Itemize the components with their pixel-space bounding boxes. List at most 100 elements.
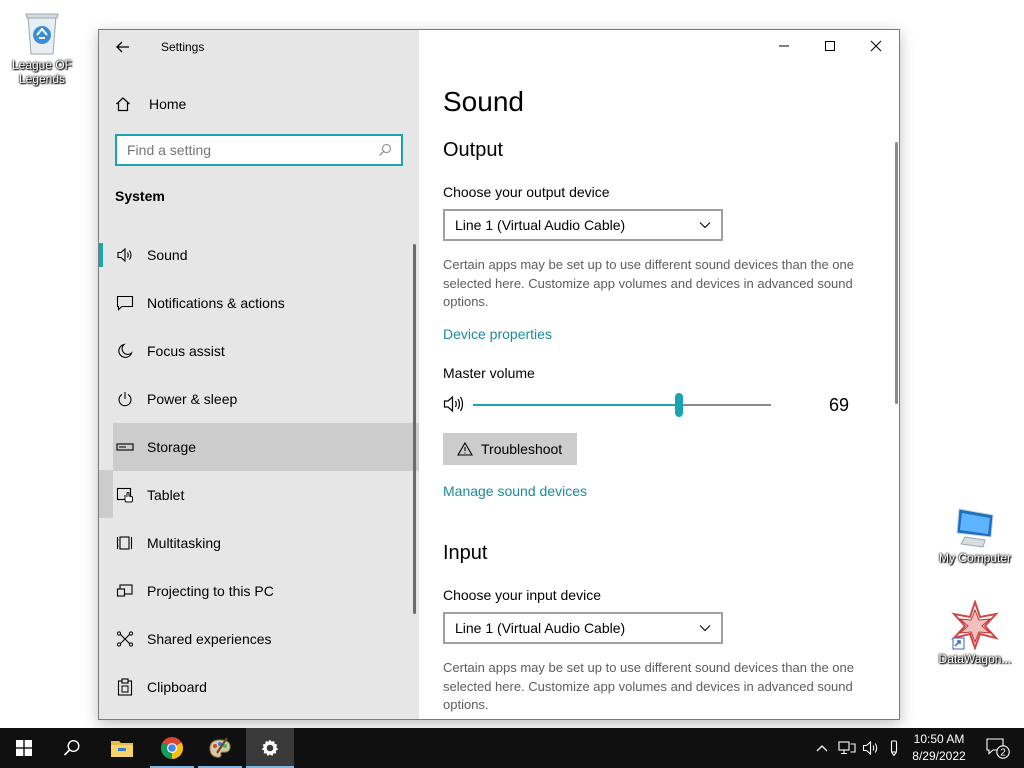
start-button[interactable]: [0, 728, 48, 768]
sidebar-item-label: Tablet: [147, 487, 185, 503]
taskbar-file-explorer[interactable]: [98, 728, 146, 768]
master-volume-label: Master volume: [443, 365, 535, 381]
chevron-down-icon: [699, 625, 711, 632]
window-controls: [761, 30, 899, 62]
title-bar: Settings: [99, 30, 419, 64]
file-explorer-icon: [111, 741, 133, 757]
sidebar-item-label: Clipboard: [147, 679, 207, 695]
device-properties-link[interactable]: Device properties: [443, 326, 552, 342]
desktop-icon-label: DataWagon...: [938, 652, 1012, 666]
sidebar-item-shared-experiences[interactable]: Shared experiences: [99, 615, 419, 663]
power-icon: [115, 389, 135, 409]
output-device-dropdown[interactable]: Line 1 (Virtual Audio Cable): [443, 209, 723, 241]
sidebar-item-label: Shared experiences: [147, 631, 272, 647]
tablet-icon: [115, 485, 135, 505]
sidebar-item-label: Projecting to this PC: [147, 583, 274, 599]
sidebar-item-clipboard[interactable]: Clipboard: [99, 663, 419, 711]
output-description: Certain apps may be set up to use differ…: [443, 257, 854, 309]
input-heading: Input: [443, 542, 488, 564]
minimize-button[interactable]: [761, 30, 807, 62]
moon-icon: [115, 341, 135, 361]
desktop-icon-league-of-legends[interactable]: League OF Legends: [0, 8, 84, 86]
main-content: Sound Output Choose your output device L…: [419, 30, 899, 719]
input-description: Certain apps may be set up to use differ…: [443, 660, 854, 712]
sidebar-item-multitasking[interactable]: Multitasking: [99, 519, 419, 567]
start-icon: [16, 740, 32, 756]
volume-row: 69: [443, 392, 863, 418]
taskbar-chrome[interactable]: [148, 728, 196, 768]
back-button[interactable]: [99, 30, 147, 64]
taskbar-settings[interactable]: [246, 728, 294, 768]
input-device-value: Line 1 (Virtual Audio Cable): [455, 620, 626, 636]
storage-icon: [115, 437, 135, 457]
clock-date: 8/29/2022: [912, 749, 966, 763]
output-device-value: Line 1 (Virtual Audio Cable): [455, 217, 626, 233]
action-center-button[interactable]: 2: [978, 728, 1018, 768]
network-icon: [838, 741, 856, 755]
home-icon: [115, 96, 135, 112]
content-scrollbar[interactable]: [895, 142, 898, 404]
sidebar-item-label: Focus assist: [147, 343, 225, 359]
sidebar-scrollbar[interactable]: [413, 244, 416, 614]
notification-count: 2: [1000, 748, 1006, 759]
sidebar-item-label: Storage: [147, 439, 197, 455]
settings-window: Settings Home System Sound: [98, 29, 900, 720]
clock[interactable]: 10:50 AM 8/29/2022: [906, 731, 972, 765]
sidebar-item-focus-assist[interactable]: Focus assist: [99, 327, 419, 375]
paint-icon: [209, 737, 231, 758]
taskbar-paint[interactable]: [196, 728, 244, 768]
sidebar-item-sound[interactable]: Sound: [99, 231, 419, 279]
network-tray[interactable]: [836, 728, 858, 768]
desktop-icon-datawagon[interactable]: DataWagon...: [933, 600, 1017, 666]
pen-tray[interactable]: [884, 728, 904, 768]
desktop-icon-my-computer[interactable]: My Computer: [933, 505, 1017, 565]
troubleshoot-label: Troubleshoot: [481, 441, 563, 457]
taskbar-search-button[interactable]: [48, 728, 96, 768]
sidebar-item-tablet[interactable]: Tablet: [99, 471, 419, 519]
nav-home[interactable]: Home: [99, 86, 419, 122]
chevron-down-icon: [699, 222, 711, 229]
search-box[interactable]: [115, 134, 403, 166]
recycle-bin-icon: [25, 13, 59, 55]
shared-experiences-icon: [115, 629, 135, 649]
notification-icon: [115, 293, 135, 313]
back-arrow-icon: [116, 41, 129, 53]
search-icon[interactable]: [377, 142, 393, 158]
notification-icon: 2: [986, 738, 1010, 759]
close-icon: [870, 40, 882, 52]
home-label: Home: [149, 96, 187, 112]
warning-icon: [457, 442, 473, 456]
volume-fill: [473, 404, 679, 406]
search-input[interactable]: [127, 142, 377, 158]
input-device-dropdown[interactable]: Line 1 (Virtual Audio Cable): [443, 612, 723, 644]
speaker-icon: [115, 245, 135, 265]
desktop-icon-label: My Computer: [938, 551, 1012, 565]
master-volume-slider[interactable]: [473, 393, 771, 417]
volume-tray[interactable]: [860, 728, 882, 768]
search-icon: [63, 739, 80, 756]
troubleshoot-button[interactable]: Troubleshoot: [443, 433, 577, 465]
minimize-icon: [779, 45, 789, 47]
sidebar: Settings Home System Sound: [99, 30, 419, 719]
sidebar-item-power-sleep[interactable]: Power & sleep: [99, 375, 419, 423]
maximize-button[interactable]: [807, 30, 853, 62]
chrome-icon: [161, 737, 183, 759]
computer-icon: [956, 508, 994, 548]
sidebar-item-storage[interactable]: Storage: [113, 423, 419, 471]
close-button[interactable]: [853, 30, 899, 62]
show-hidden-icons-button[interactable]: [812, 728, 832, 768]
manage-sound-devices-link[interactable]: Manage sound devices: [443, 483, 587, 499]
datawagon-app-icon: [951, 600, 999, 650]
sidebar-item-projecting[interactable]: Projecting to this PC: [99, 567, 419, 615]
sidebar-item-notifications[interactable]: Notifications & actions: [99, 279, 419, 327]
volume-speaker-icon[interactable]: [443, 394, 465, 419]
multitasking-icon: [115, 533, 135, 553]
taskbar: 10:50 AM 8/29/2022 2: [0, 728, 1024, 768]
input-device-label: Choose your input device: [443, 587, 601, 603]
section-title: System: [115, 188, 165, 204]
sidebar-item-label: Notifications & actions: [147, 295, 285, 311]
sidebar-item-label: Power & sleep: [147, 391, 238, 407]
maximize-icon: [825, 41, 835, 51]
volume-thumb[interactable]: [674, 393, 683, 417]
window-title: Settings: [161, 40, 205, 54]
